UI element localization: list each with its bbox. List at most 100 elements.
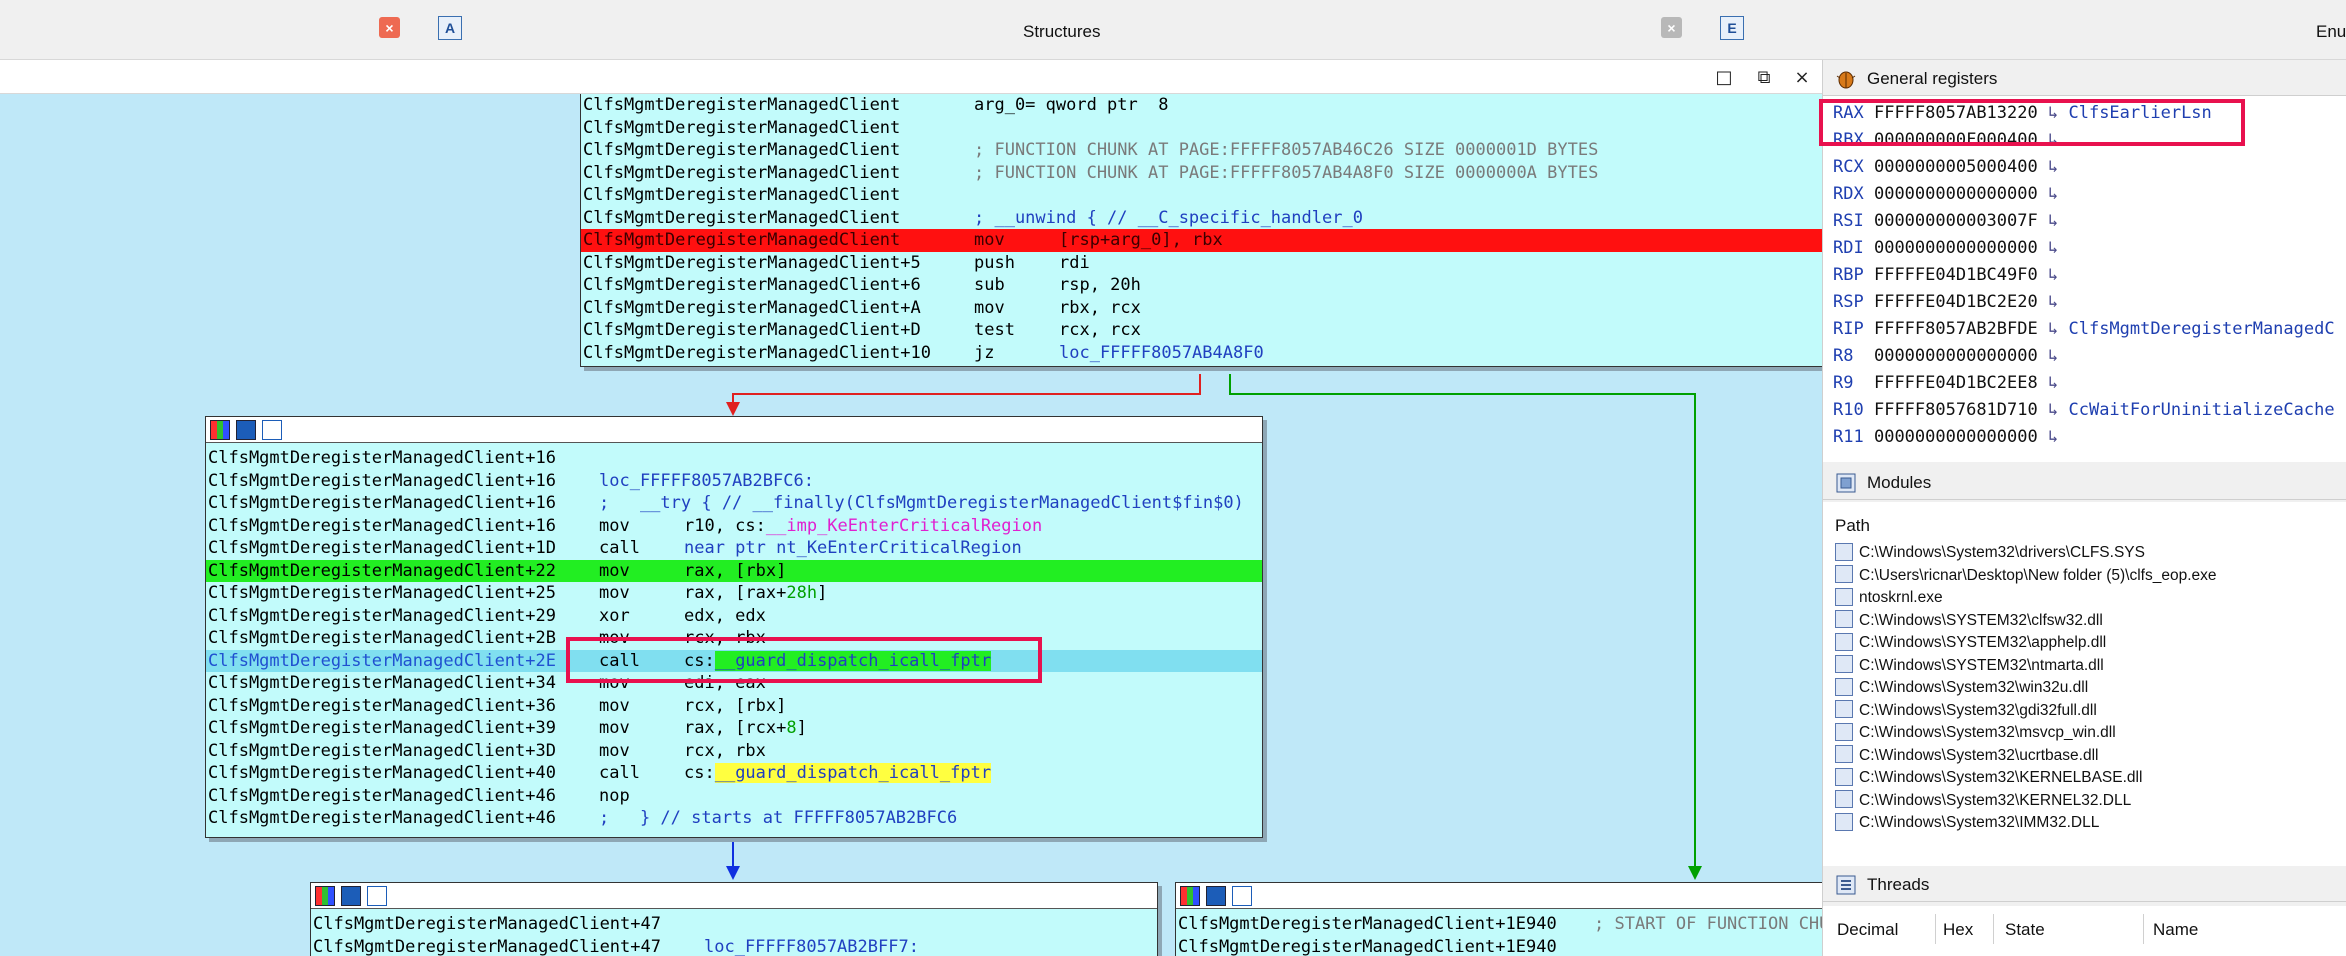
graph-color-icon[interactable] [315, 886, 335, 906]
register-row[interactable]: R11 0000000000000000 ↳ [1833, 424, 2058, 451]
asm-line[interactable]: ClfsMgmtDeregisterManagedClient+1D call ne… [206, 537, 1262, 560]
module-item[interactable]: C:\Windows\SYSTEM32\apphelp.dll [1835, 632, 2106, 655]
code-block-try[interactable]: ClfsMgmtDeregisterManagedClient+16 ClfsM… [205, 416, 1263, 838]
current-instruction-line[interactable]: ClfsMgmtDeregisterManagedClient mov [rsp+a… [581, 229, 1822, 252]
module-item[interactable]: C:\Windows\System32\win32u.dll [1835, 677, 2088, 700]
module-item[interactable]: C:\Windows\SYSTEM32\clfsw32.dll [1835, 610, 2103, 633]
register-row[interactable]: RBP FFFFFE04D1BC49F0 ↳ [1833, 262, 2058, 289]
modules-panel-header[interactable]: Modules [1823, 464, 2346, 500]
xref-graph-icon[interactable] [1232, 886, 1252, 906]
breakpoint-line[interactable]: ClfsMgmtDeregisterManagedClient+22 mov rax… [206, 559, 1262, 582]
register-row[interactable]: RDI 0000000000000000 ↳ [1833, 235, 2058, 262]
threads-column-hex[interactable]: Hex [1943, 920, 1973, 940]
register-row[interactable]: RAX FFFFF8057AB13220 ↳ ClfsEarlierLsn [1833, 100, 2212, 127]
asm-line[interactable]: ClfsMgmtDeregisterManagedClient+39 mov rax… [206, 717, 1262, 740]
register-row[interactable]: RBX 000000000F000400 ↳ [1833, 127, 2058, 154]
asm-line[interactable]: ClfsMgmtDeregisterManagedClient [581, 117, 1822, 140]
module-item[interactable]: C:\Users\ricnar\Desktop\New folder (5)\c… [1835, 565, 2217, 588]
module-item[interactable]: C:\Windows\System32\msvcp_win.dll [1835, 722, 2116, 745]
modules-list[interactable]: Path C:\Windows\System32\drivers\CLFS.SY… [1823, 502, 2346, 886]
asm-line[interactable]: ClfsMgmtDeregisterManagedClient+10 jz loc_… [581, 342, 1822, 365]
threads-table[interactable]: Decimal Hex State Name [1823, 906, 2346, 956]
code-block-function-chunk[interactable]: ClfsMgmtDeregisterManagedClient+1E940; S… [1175, 882, 1822, 956]
asm-line[interactable]: ClfsMgmtDeregisterManagedClient+46 nop [206, 785, 1262, 808]
column-divider[interactable] [2143, 914, 2144, 944]
registers-panel-header[interactable]: General registers [1823, 60, 2346, 96]
tab-structures[interactable]: Structures [1023, 22, 1100, 42]
dll-icon [1835, 610, 1853, 629]
modules-column-path[interactable]: Path [1835, 516, 1870, 536]
module-item[interactable]: C:\Windows\System32\KERNELBASE.dll [1835, 767, 2142, 790]
asm-line[interactable]: ClfsMgmtDeregisterManagedClient+1E940; S… [1176, 913, 1822, 936]
asm-line[interactable]: ClfsMgmtDeregisterManagedClient; FUNCTIO… [581, 162, 1822, 185]
graph-color-icon[interactable] [210, 420, 230, 440]
close-button[interactable]: × [1788, 60, 1816, 94]
asm-line[interactable]: ClfsMgmtDeregisterManagedClient arg_0= qw… [581, 94, 1822, 117]
asm-line[interactable]: ClfsMgmtDeregisterManagedClient+16 [206, 447, 1262, 470]
asm-line[interactable]: ClfsMgmtDeregisterManagedClient [581, 184, 1822, 207]
asm-line[interactable]: ClfsMgmtDeregisterManagedClient+16 loc_FF… [206, 470, 1262, 493]
asm-line[interactable]: ClfsMgmtDeregisterManagedClient+1E940 [1176, 936, 1822, 956]
registers-list[interactable]: RAX FFFFF8057AB13220 ↳ ClfsEarlierLsn RB… [1823, 96, 2346, 462]
asm-line[interactable]: ClfsMgmtDeregisterManagedClient+3D mov rcx… [206, 740, 1262, 763]
restore-button[interactable]: ⧉ [1750, 60, 1778, 94]
xref-graph-icon[interactable] [262, 420, 282, 440]
threads-column-decimal[interactable]: Decimal [1837, 920, 1898, 940]
asm-line[interactable]: ClfsMgmtDeregisterManagedClient+6 sub rsp,… [581, 274, 1822, 297]
maximize-button[interactable]: □ [1710, 60, 1738, 94]
register-row[interactable]: RIP FFFFF8057AB2BFDE ↳ ClfsMgmtDeregiste… [1833, 316, 2335, 343]
edge-false [732, 374, 1201, 412]
asm-line[interactable]: ClfsMgmtDeregisterManagedClient+D test rcx… [581, 319, 1822, 342]
asm-line[interactable]: ClfsMgmtDeregisterManagedClient+5 push rdi [581, 252, 1822, 275]
threads-column-state[interactable]: State [2005, 920, 2045, 940]
asm-line[interactable]: ClfsMgmtDeregisterManagedClient+46; } //… [206, 807, 1262, 830]
register-row[interactable]: RSP FFFFFE04D1BC2E20 ↳ [1833, 289, 2058, 316]
threads-column-name[interactable]: Name [2153, 920, 2198, 940]
selected-line[interactable]: ClfsMgmtDeregisterManagedClient+2E call cs… [206, 649, 1262, 672]
module-item[interactable]: C:\Windows\System32\KERNEL32.DLL [1835, 790, 2131, 813]
edit-block-icon[interactable] [1206, 886, 1226, 906]
register-row[interactable]: R10 FFFFF8057681D710 ↳ CcWaitForUninitia… [1833, 397, 2335, 424]
column-divider[interactable] [1935, 914, 1936, 944]
dll-icon [1835, 812, 1853, 831]
xref-graph-icon[interactable] [367, 886, 387, 906]
edit-block-icon[interactable] [236, 420, 256, 440]
asm-line[interactable]: ClfsMgmtDeregisterManagedClient; FUNCTIO… [581, 139, 1822, 162]
code-block-after-try[interactable]: ClfsMgmtDeregisterManagedClient+47 ClfsM… [310, 882, 1158, 956]
register-row[interactable]: RDX 0000000000000000 ↳ [1833, 181, 2058, 208]
asm-line[interactable]: ClfsMgmtDeregisterManagedClient+16; __tr… [206, 492, 1262, 515]
module-item[interactable]: C:\Windows\System32\IMM32.DLL [1835, 812, 2099, 835]
asm-line[interactable]: ClfsMgmtDeregisterManagedClient+16 mov r10… [206, 515, 1262, 538]
graph-color-icon[interactable] [1180, 886, 1200, 906]
register-row[interactable]: R8 0000000000000000 ↳ [1833, 343, 2058, 370]
asm-line[interactable]: ClfsMgmtDeregisterManagedClient+2B mov rcx… [206, 627, 1262, 650]
dll-icon [1835, 767, 1853, 786]
module-item[interactable]: C:\Windows\System32\ucrtbase.dll [1835, 745, 2098, 768]
graph-view[interactable]: ClfsMgmtDeregisterManagedClient arg_0= qw… [0, 94, 1822, 956]
module-item[interactable]: C:\Windows\SYSTEM32\ntmarta.dll [1835, 655, 2104, 678]
module-item[interactable]: ntoskrnl.exe [1835, 587, 1943, 610]
dll-icon [1835, 542, 1853, 561]
register-row[interactable]: R9 FFFFFE04D1BC2EE8 ↳ [1833, 370, 2058, 397]
tab-enums[interactable]: Enu [2316, 22, 2346, 42]
module-item[interactable]: C:\Windows\System32\drivers\CLFS.SYS [1835, 542, 2145, 565]
column-divider[interactable] [1993, 914, 1994, 944]
threads-panel-header[interactable]: Threads [1823, 866, 2346, 902]
asm-line[interactable]: ClfsMgmtDeregisterManagedClient+34 mov edi… [206, 672, 1262, 695]
module-item[interactable]: C:\Windows\System32\gdi32full.dll [1835, 700, 2097, 723]
code-block-entry[interactable]: ClfsMgmtDeregisterManagedClient arg_0= qw… [580, 94, 1822, 367]
close-icon[interactable]: × [1661, 17, 1682, 38]
register-row[interactable]: RSI 000000000003007F ↳ [1833, 208, 2058, 235]
asm-line[interactable]: ClfsMgmtDeregisterManagedClient; __unwin… [581, 207, 1822, 230]
close-icon[interactable]: × [379, 17, 400, 38]
modules-title: Modules [1867, 473, 1932, 492]
asm-line[interactable]: ClfsMgmtDeregisterManagedClient+47 [311, 913, 1157, 936]
asm-line[interactable]: ClfsMgmtDeregisterManagedClient+29 xor edx… [206, 605, 1262, 628]
asm-line[interactable]: ClfsMgmtDeregisterManagedClient+40 call cs… [206, 762, 1262, 785]
asm-line[interactable]: ClfsMgmtDeregisterManagedClient+25 mov rax… [206, 582, 1262, 605]
asm-line[interactable]: ClfsMgmtDeregisterManagedClient+47 loc_FF… [311, 936, 1157, 956]
asm-line[interactable]: ClfsMgmtDeregisterManagedClient+36 mov rcx… [206, 695, 1262, 718]
edit-block-icon[interactable] [341, 886, 361, 906]
register-row[interactable]: RCX 0000000005000400 ↳ [1833, 154, 2058, 181]
asm-line[interactable]: ClfsMgmtDeregisterManagedClient+A mov rbx,… [581, 297, 1822, 320]
